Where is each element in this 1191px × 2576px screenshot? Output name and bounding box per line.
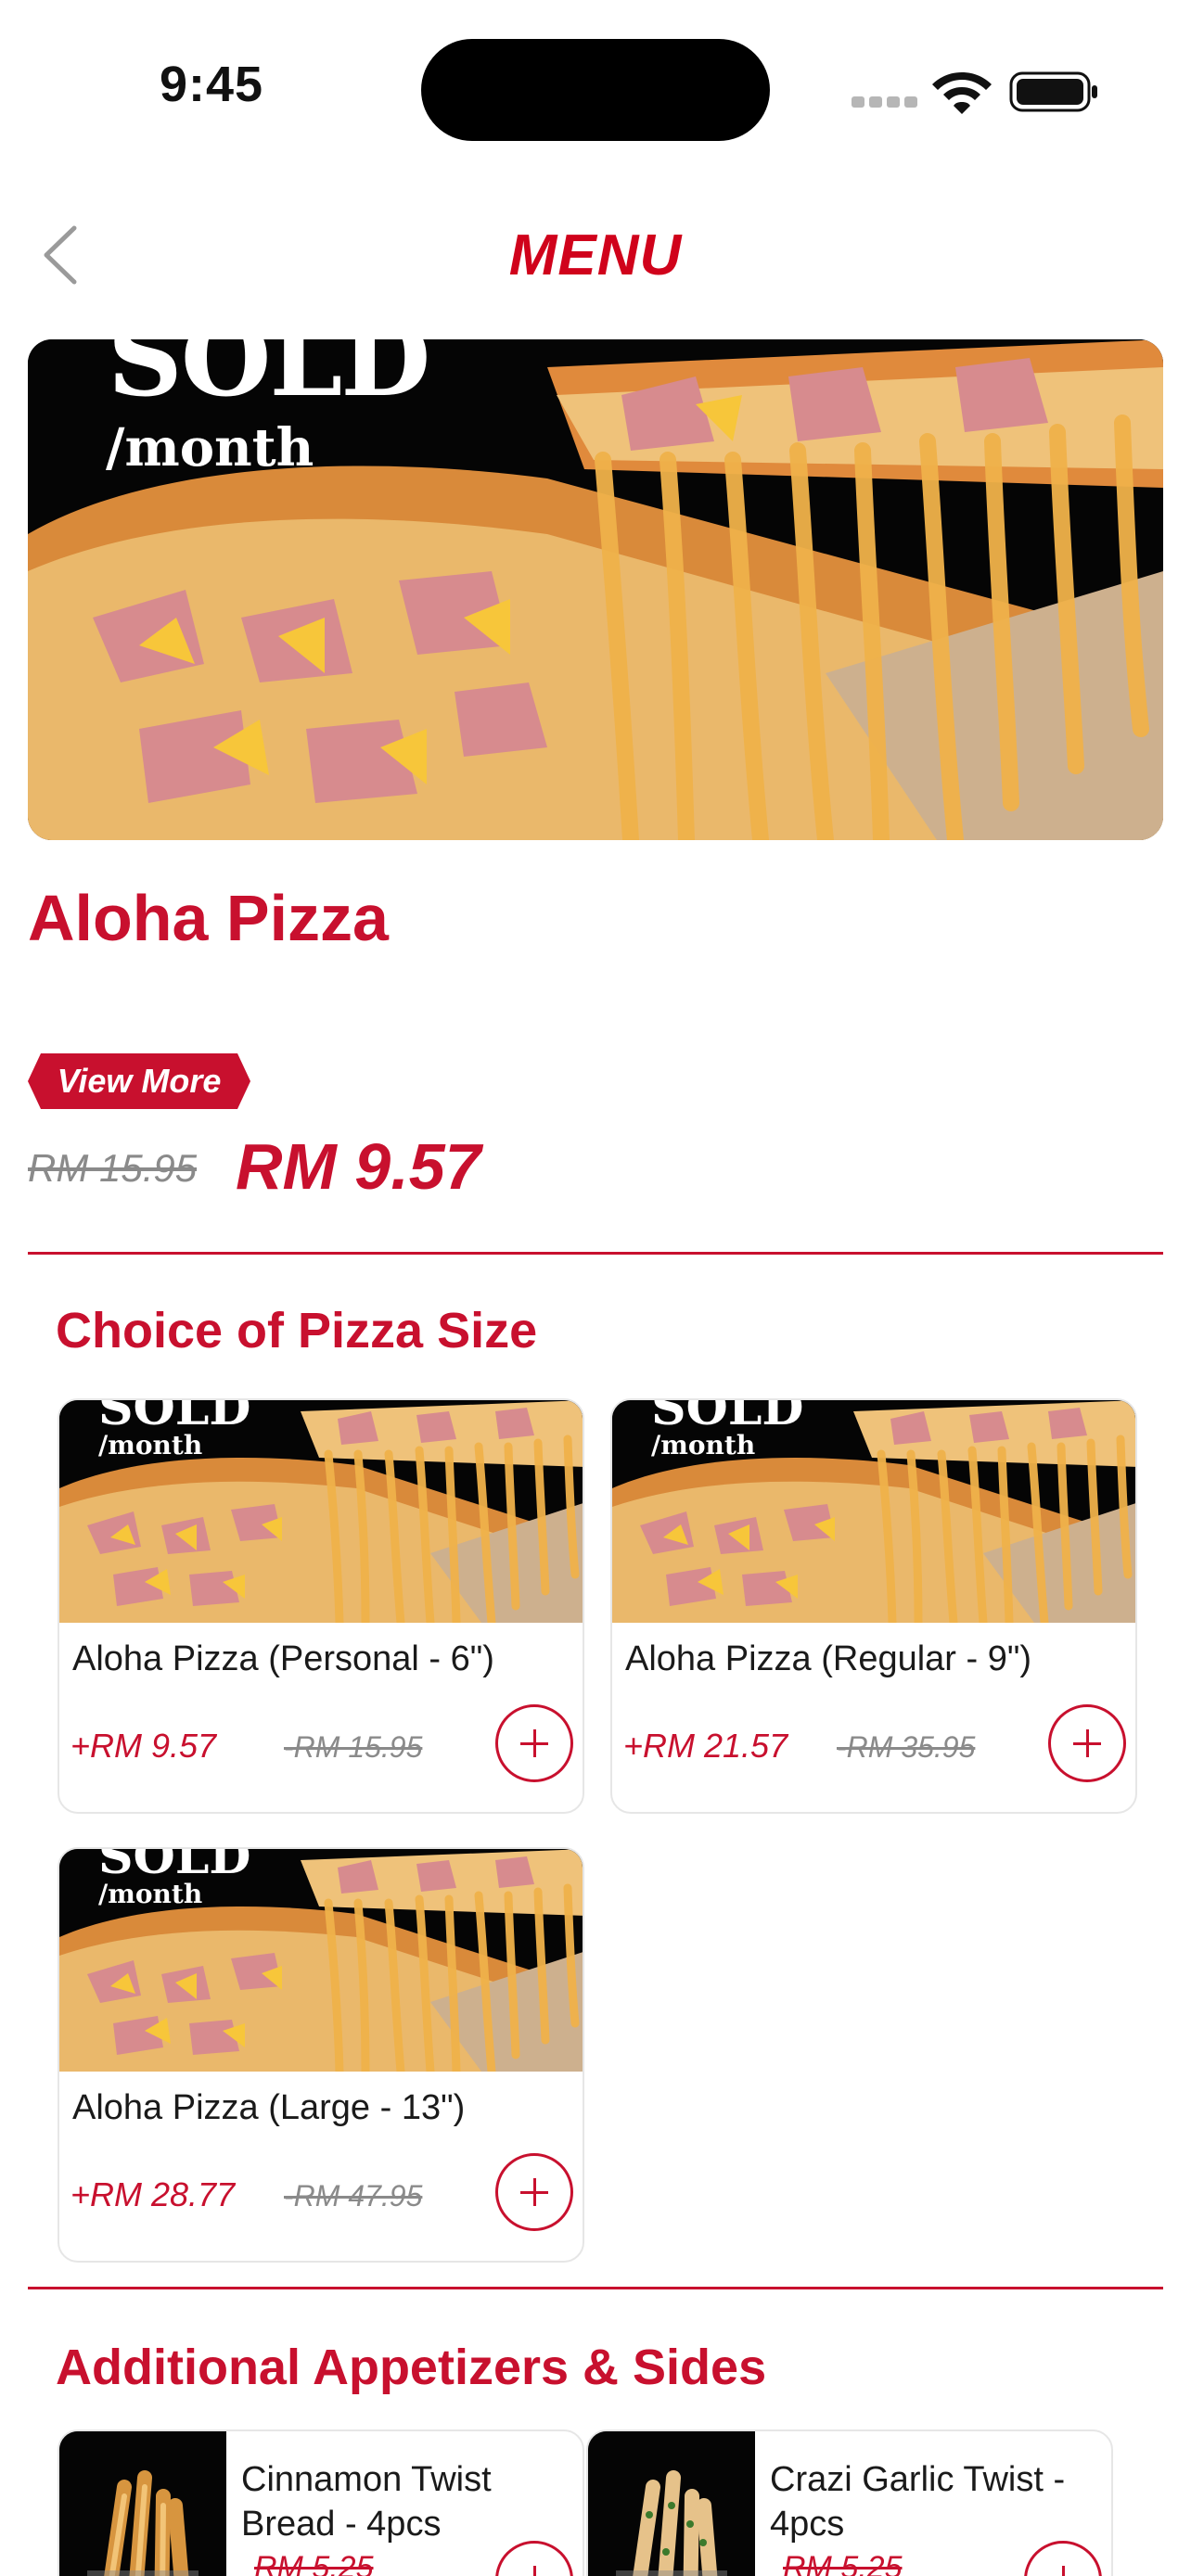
size-option-price: +RM 28.77 (70, 2175, 236, 2213)
view-more-button[interactable]: View More (28, 1053, 250, 1109)
wifi-icon (932, 72, 992, 114)
size-option-original-price: -RM 35.95 (837, 1730, 976, 1764)
size-option-original-price: -RM 47.95 (284, 2179, 423, 2213)
section-divider (28, 2287, 1163, 2289)
side-item-price: RM 5.25 (783, 2550, 903, 2576)
size-option-image: SOLD /month (612, 1400, 1135, 1623)
side-item-image (588, 2431, 755, 2576)
add-size-option-button[interactable] (495, 2153, 573, 2231)
size-option-name: Aloha Pizza (Large - 13") (72, 2088, 466, 2127)
size-option-card[interactable]: SOLD /month Aloha Pizza (Regular - 9") +… (610, 1398, 1137, 1814)
status-time: 9:45 (160, 57, 264, 112)
product-original-price: RM 15.95 (28, 1146, 198, 1190)
side-item-price: RM 5.25 (254, 2550, 374, 2576)
add-size-option-button[interactable] (1048, 1704, 1126, 1782)
size-option-badge-subtitle: /month (98, 1430, 203, 1460)
side-item-name: Crazi Garlic Twist - 4pcs (770, 2460, 1066, 2544)
side-item-image (59, 2431, 226, 2576)
nav-bar: MENU (0, 204, 1191, 306)
size-option-badge-subtitle: /month (651, 1430, 756, 1460)
size-option-price: +RM 21.57 (623, 1727, 788, 1765)
hero-badge-subtitle: /month (106, 417, 314, 478)
size-option-original-price: -RM 15.95 (284, 1730, 423, 1764)
battery-icon (1009, 71, 1097, 112)
hero-product-image: SOLD /month (28, 339, 1163, 840)
cellular-signal-icon (852, 96, 918, 109)
product-price: RM 9.57 (236, 1130, 481, 1203)
page-title: MENU (508, 223, 683, 287)
dynamic-island (421, 39, 770, 141)
size-option-name: Aloha Pizza (Personal - 6") (72, 1639, 494, 1678)
section-divider (28, 1252, 1163, 1255)
size-option-name: Aloha Pizza (Regular - 9") (625, 1639, 1032, 1678)
side-item-name: Cinnamon Twist Bread - 4pcs (241, 2460, 492, 2544)
status-bar: 9:45 (0, 0, 1191, 167)
size-option-badge-subtitle: /month (98, 1879, 203, 1909)
size-section-title: Choice of Pizza Size (56, 1303, 538, 1358)
size-option-card[interactable]: SOLD /month Aloha Pizza (Large - 13") +R… (58, 1847, 584, 2263)
size-option-card[interactable]: SOLD /month Aloha Pizza (Personal - 6") … (58, 1398, 584, 1814)
add-size-option-button[interactable] (495, 1704, 573, 1782)
product-name: Aloha Pizza (28, 882, 389, 954)
side-item-card[interactable]: Crazi Garlic Twist - 4pcs RM 5.25 (586, 2429, 1113, 2576)
size-option-image: SOLD /month (59, 1400, 583, 1623)
view-more-label: View More (57, 1062, 222, 1100)
hero-badge-title: SOLD (108, 339, 430, 420)
sides-section-title: Additional Appetizers & Sides (56, 2340, 767, 2395)
size-option-image: SOLD /month (59, 1849, 583, 2072)
side-item-card[interactable]: Cinnamon Twist Bread - 4pcs RM 5.25 (58, 2429, 584, 2576)
size-option-price: +RM 9.57 (70, 1727, 217, 1765)
